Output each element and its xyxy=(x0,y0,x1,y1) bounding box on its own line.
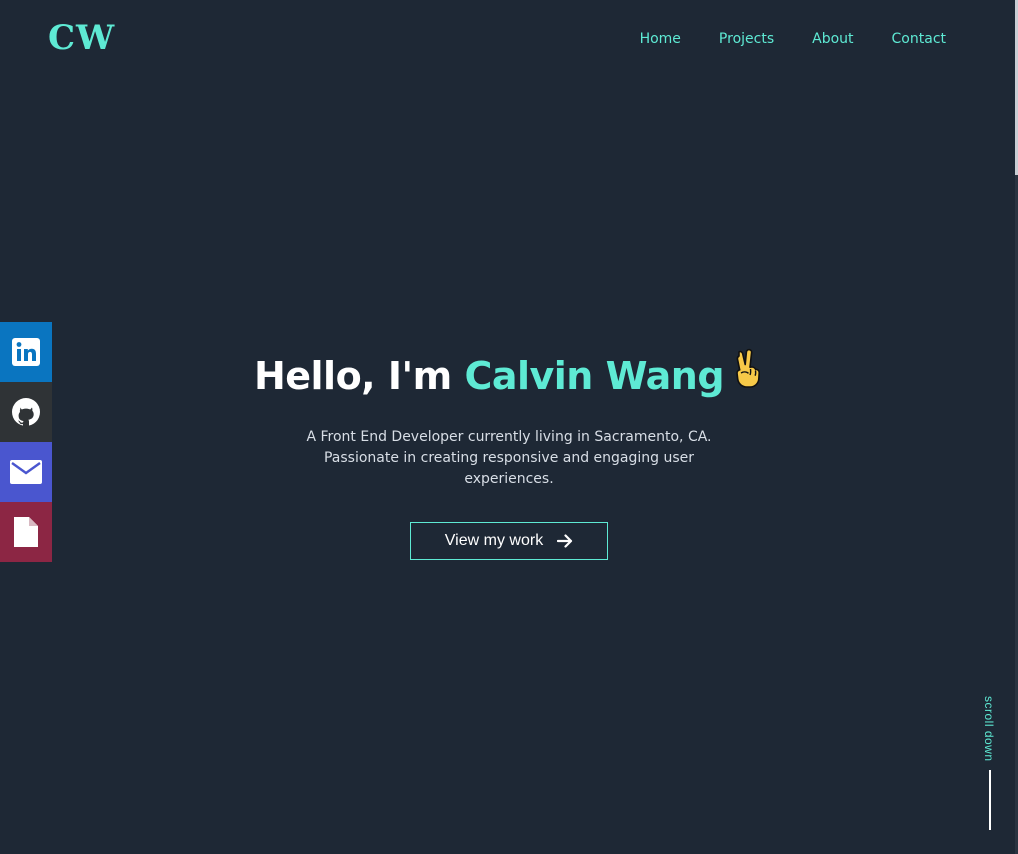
hero-headline: Hello, I'm Calvin Wang xyxy=(0,348,1018,407)
nav-projects[interactable]: Projects xyxy=(719,30,774,48)
hero-greeting: Hello, I'm xyxy=(253,354,465,398)
victory-hand-icon xyxy=(730,347,764,403)
view-my-work-button[interactable]: View my work xyxy=(410,521,608,560)
nav-contact[interactable]: Contact xyxy=(892,30,946,48)
page: CW Home Projects About Contact Hello, I'… xyxy=(0,0,1018,854)
hero-name: Calvin Wang xyxy=(464,354,725,398)
scroll-down-line xyxy=(989,770,991,830)
cta-label: View my work xyxy=(444,531,544,549)
scroll-down-label: scroll down xyxy=(982,696,996,762)
arrow-right-icon xyxy=(557,533,573,548)
site-logo[interactable]: CW xyxy=(48,18,115,58)
hero-section: Hello, I'm Calvin Wang A Front End Devel… xyxy=(0,348,1018,560)
nav-about[interactable]: About xyxy=(812,30,853,48)
hero-intro: A Front End Developer currently living i… xyxy=(306,428,712,487)
main-nav: Home Projects About Contact xyxy=(640,30,946,48)
nav-home[interactable]: Home xyxy=(640,30,681,48)
scroll-down-indicator[interactable]: scroll down xyxy=(976,696,1006,836)
